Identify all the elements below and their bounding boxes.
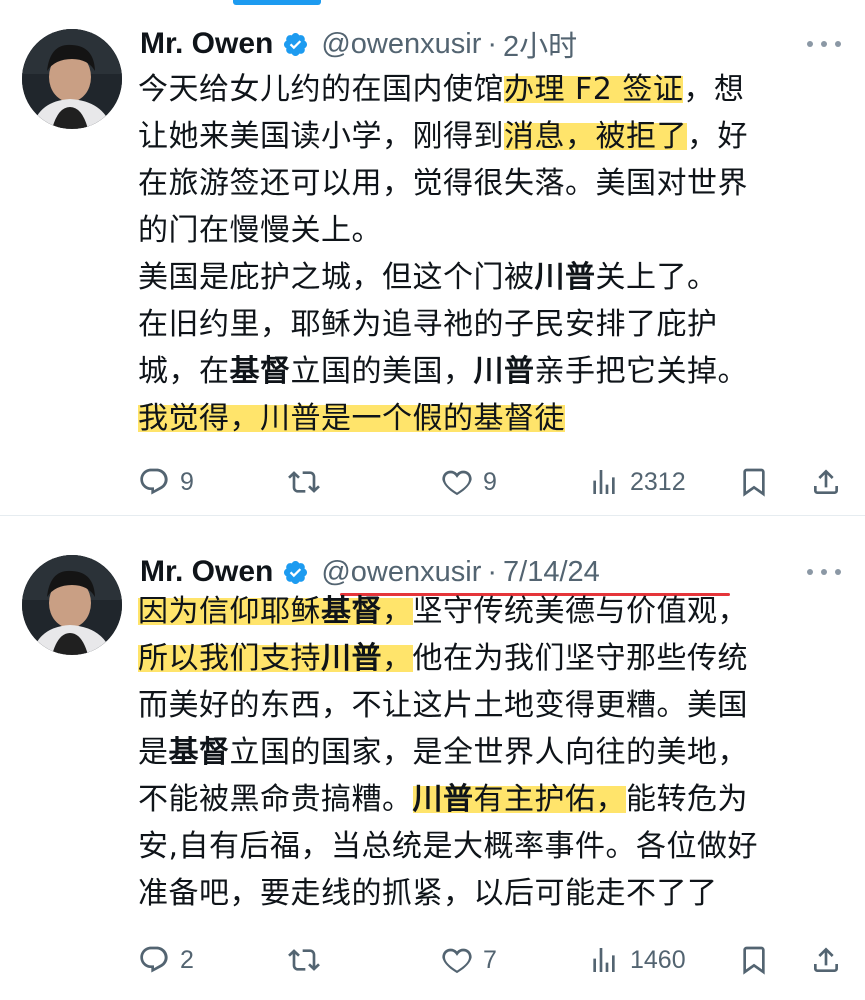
reply-icon	[140, 468, 168, 495]
tweet-line: 准备吧，要走线的抓紧，以后可能走不了了	[138, 876, 718, 911]
reply-button[interactable]: 2	[138, 940, 194, 980]
display-name[interactable]: Mr. Owen	[140, 27, 273, 61]
tweet-line: 是基督立国的国家，是全世界人向往的美地，	[138, 735, 748, 770]
views-button[interactable]: 1460	[588, 940, 686, 980]
retweet-button[interactable]	[288, 462, 330, 502]
tweet-2[interactable]: Mr. Owen @owenxusir · 7/14/24 因为信仰耶稣基督，坚…	[0, 530, 865, 1000]
timestamp[interactable]: 2小时	[503, 23, 577, 65]
tweet-line: 让她来美国读小学，刚得到消息，被拒了，好	[138, 119, 748, 154]
views-icon	[593, 470, 615, 494]
bookmark-button[interactable]	[738, 940, 770, 980]
tweet-1[interactable]: Mr. Owen @owenxusir · 2小时 今天给女儿约的在国内使馆办理…	[0, 0, 865, 512]
like-icon	[442, 948, 472, 974]
share-button[interactable]	[810, 462, 842, 502]
views-count: 1460	[630, 945, 686, 974]
tweet-text: 因为信仰耶稣基督，坚守传统美德与价值观， 所以我们支持川普，他在为我们坚守那些传…	[138, 588, 828, 917]
verified-badge-icon	[282, 31, 309, 58]
reply-icon	[140, 946, 168, 973]
bookmark-icon	[743, 468, 765, 497]
verified-badge-icon	[282, 559, 309, 586]
tweet-line: 在旅游签还可以用，觉得很失落。美国对世界	[138, 166, 748, 201]
like-button[interactable]: 7	[441, 940, 497, 980]
avatar[interactable]	[22, 555, 122, 655]
retweet-icon	[288, 471, 320, 493]
tweet-line: 因为信仰耶稣基督，坚守传统美德与价值观，	[138, 594, 748, 629]
views-icon	[593, 948, 615, 972]
like-icon	[442, 470, 472, 496]
display-name[interactable]: Mr. Owen	[140, 555, 273, 589]
tweet-line: 今天给女儿约的在国内使馆办理 F2 签证，想	[138, 72, 745, 107]
separator-dot: ·	[487, 27, 498, 60]
tweet-line: 而美好的东西，不让这片土地变得更糟。美国	[138, 688, 748, 723]
reply-count: 2	[180, 945, 194, 974]
bookmark-icon	[743, 946, 765, 975]
share-button[interactable]	[810, 940, 842, 980]
more-options-icon[interactable]	[807, 39, 841, 49]
tweet-actions: 2 7 1460	[138, 940, 844, 980]
tweet-line: 我觉得，川普是一个假的基督徒	[138, 401, 565, 436]
timestamp[interactable]: 7/14/24	[503, 556, 600, 589]
tweet-line: 在旧约里，耶稣为追寻祂的子民安排了庇护	[138, 307, 718, 342]
tweet-header: Mr. Owen @owenxusir · 2小时	[140, 22, 577, 66]
tweet-actions: 9 9 2312	[138, 462, 844, 502]
avatar[interactable]	[22, 29, 122, 129]
tweet-line: 安,自有后福，当总统是大概率事件。各位做好	[138, 829, 759, 864]
tweet-line: 所以我们支持川普，他在为我们坚守那些传统	[138, 641, 748, 676]
like-count: 7	[483, 945, 497, 974]
tweet-line: 不能被黑命贵搞糟。川普有主护佑，能转危为	[138, 782, 748, 817]
share-icon	[814, 469, 838, 494]
share-icon	[814, 947, 838, 972]
tweet-text: 今天给女儿约的在国内使馆办理 F2 签证，想 让她来美国读小学，刚得到消息，被拒…	[138, 66, 828, 442]
tweet-line: 美国是庇护之城，但这个门被川普关上了。	[138, 260, 718, 295]
like-button[interactable]: 9	[441, 462, 497, 502]
retweet-icon	[288, 949, 320, 971]
views-button[interactable]: 2312	[588, 462, 686, 502]
bookmark-button[interactable]	[738, 462, 770, 502]
retweet-button[interactable]	[288, 940, 330, 980]
reply-button[interactable]: 9	[138, 462, 194, 502]
like-count: 9	[483, 467, 497, 496]
tweet-line: 城，在基督立国的美国，川普亲手把它关掉。	[138, 354, 748, 389]
handle[interactable]: @owenxusir	[321, 556, 481, 589]
handle[interactable]: @owenxusir	[321, 28, 481, 61]
tweet-line: 的门在慢慢关上。	[138, 213, 382, 248]
more-options-icon[interactable]	[807, 567, 841, 577]
views-count: 2312	[630, 467, 686, 496]
reply-count: 9	[180, 467, 194, 496]
tweet-divider	[0, 515, 865, 516]
separator-dot: ·	[487, 555, 498, 588]
